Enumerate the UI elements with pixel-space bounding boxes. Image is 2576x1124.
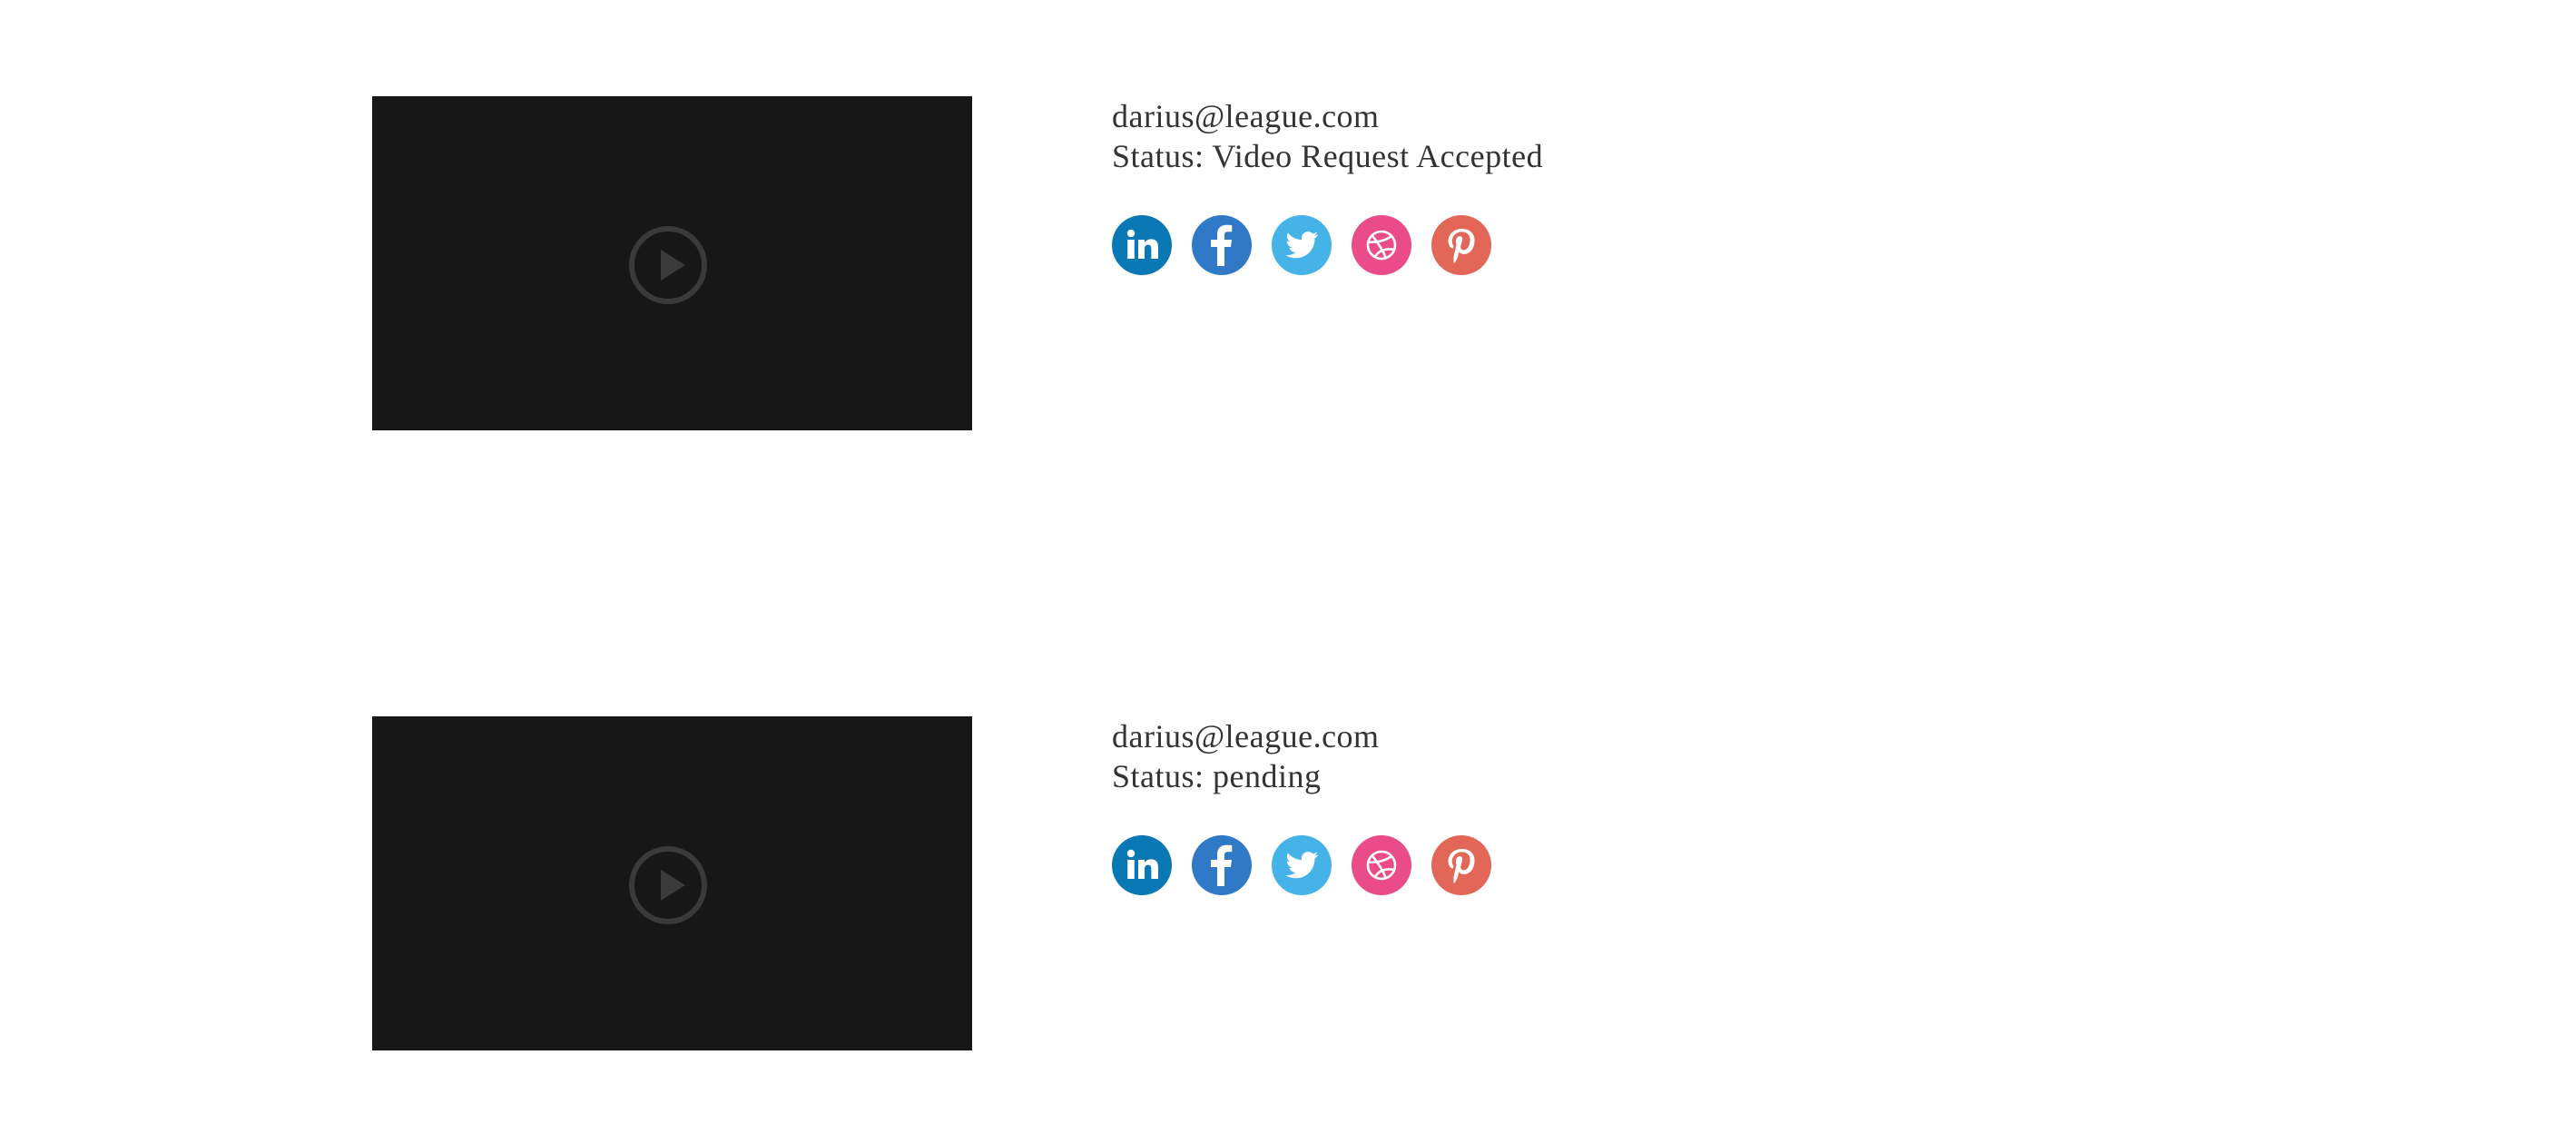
facebook-icon[interactable] — [1192, 215, 1252, 275]
facebook-icon[interactable] — [1192, 835, 1252, 895]
candidate-email: darius@league.com — [1112, 718, 1380, 754]
social-links — [1112, 835, 1491, 895]
candidate-info: darius@league.com Status: Video Request … — [1112, 96, 1544, 275]
candidate-info: darius@league.com Status: pending — [1112, 716, 1491, 895]
linkedin-icon[interactable] — [1112, 215, 1172, 275]
candidate-status: Status: pending — [1112, 758, 1322, 794]
candidate-entry: darius@league.com Status: pending — [372, 716, 1734, 1052]
dribbble-icon[interactable] — [1352, 835, 1411, 895]
candidate-status: Status: Video Request Accepted — [1112, 138, 1544, 174]
pinterest-icon[interactable] — [1431, 835, 1491, 895]
candidate-email: darius@league.com — [1112, 98, 1380, 134]
video-player[interactable] — [372, 716, 972, 1050]
play-icon[interactable] — [628, 845, 708, 925]
twitter-icon[interactable] — [1272, 835, 1332, 895]
twitter-icon[interactable] — [1272, 215, 1332, 275]
social-links — [1112, 215, 1491, 275]
video-player[interactable] — [372, 96, 972, 430]
play-icon[interactable] — [628, 225, 708, 305]
pinterest-icon[interactable] — [1431, 215, 1491, 275]
linkedin-icon[interactable] — [1112, 835, 1172, 895]
candidate-entry: darius@league.com Status: Video Request … — [372, 96, 1734, 432]
dribbble-icon[interactable] — [1352, 215, 1411, 275]
